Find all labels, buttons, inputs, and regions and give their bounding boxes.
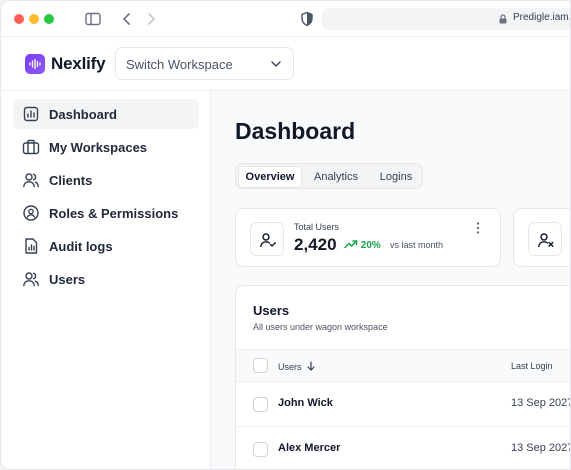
sidebar-item-label: Users: [49, 272, 86, 287]
last-login-date: 13 Sep 2027: [511, 442, 571, 454]
sidebar-toggle-icon[interactable]: [84, 10, 102, 28]
user-name: Alex Mercer: [278, 442, 341, 454]
close-window-button[interactable]: [14, 14, 24, 24]
sidebar-item-dashboard[interactable]: Dashboard: [13, 99, 199, 129]
address-text: Predigle.iam.c: [513, 12, 571, 23]
sidebar-item-audit-logs[interactable]: Audit logs: [13, 231, 199, 261]
browser-toolbar: Predigle.iam.c: [1, 1, 571, 37]
table-row[interactable]: John Wick 13 Sep 2027: [236, 382, 571, 427]
workspace-select[interactable]: Switch Workspace: [115, 47, 294, 80]
tab-analytics[interactable]: Analytics: [304, 166, 368, 188]
user-remove-icon: [538, 233, 554, 248]
bar-chart-icon: [23, 106, 39, 122]
minimize-window-button[interactable]: [29, 14, 39, 24]
sidebar-item-label: My Workspaces: [49, 140, 148, 155]
last-login-date: 13 Sep 2027: [511, 397, 571, 409]
address-bar[interactable]: Predigle.iam.c: [322, 8, 571, 30]
app-header: Nexlify Switch Workspace: [1, 37, 570, 91]
stat-value: 2,420: [294, 235, 337, 254]
table-row[interactable]: Alex Mercer 13 Sep 2027: [236, 427, 571, 469]
sidebar: Dashboard My Workspaces Clients Roles & …: [1, 91, 211, 469]
trend-up-icon: [344, 240, 358, 249]
workspace-select-value: Switch Workspace: [126, 57, 233, 72]
document-chart-icon: [25, 238, 38, 254]
users-card-title: Users: [253, 303, 290, 318]
second-stat-card: [513, 208, 570, 267]
users-card-subtitle: All users under wagon workspace: [253, 322, 388, 332]
browser-window: Predigle.iam.c Nexlify Switch Workspace: [0, 0, 571, 470]
chevron-down-icon: [271, 61, 281, 67]
stat-icon-box: [528, 222, 562, 256]
stat-label: Total Users: [294, 222, 340, 232]
back-arrow-icon[interactable]: [118, 10, 136, 28]
user-check-icon: [260, 233, 276, 248]
sidebar-item-users[interactable]: Users: [13, 264, 199, 294]
app-name: Nexlify: [51, 54, 106, 73]
tab-overview[interactable]: Overview: [238, 166, 302, 188]
page-title: Dashboard: [235, 118, 356, 144]
lock-icon: [499, 14, 507, 24]
total-users-card: Total Users 2,420 20% vs last month: [235, 208, 501, 267]
table-header: Users Last Login: [236, 349, 570, 382]
column-header-last-login[interactable]: Last Login: [511, 361, 553, 371]
users-icon: [23, 173, 39, 188]
stat-icon-box: [250, 222, 284, 256]
sidebar-item-clients[interactable]: Clients: [13, 165, 199, 195]
stat-compare: vs last month: [390, 240, 444, 250]
more-options-icon[interactable]: [474, 221, 482, 235]
sidebar-item-label: Roles & Permissions: [49, 206, 179, 221]
sidebar-item-label: Clients: [49, 173, 93, 188]
logo-icon: [25, 54, 45, 74]
tab-logins[interactable]: Logins: [370, 166, 422, 188]
users-table-card: Users All users under wagon workspace Us…: [235, 285, 571, 469]
tab-bar: Overview Analytics Logins: [235, 163, 423, 189]
main-content: Dashboard Overview Analytics Logins Tota…: [211, 91, 571, 469]
roles-icon: [23, 205, 39, 221]
user-group-icon: [23, 272, 39, 287]
column-header-label: Users: [278, 362, 302, 372]
sidebar-item-my-workspaces[interactable]: My Workspaces: [13, 132, 199, 162]
stat-trend: 20%: [344, 239, 381, 251]
column-header-users[interactable]: Users: [278, 361, 316, 372]
shield-icon[interactable]: [298, 10, 316, 28]
row-checkbox[interactable]: [253, 442, 268, 457]
select-all-checkbox[interactable]: [253, 358, 268, 373]
sidebar-item-label: Dashboard: [49, 107, 117, 122]
forward-arrow-icon[interactable]: [142, 10, 160, 28]
sort-arrow-down-icon: [306, 361, 315, 371]
user-name: John Wick: [278, 397, 333, 409]
sidebar-item-roles-permissions[interactable]: Roles & Permissions: [13, 198, 199, 228]
briefcase-icon: [22, 139, 40, 155]
stat-trend-value: 20%: [360, 240, 381, 251]
maximize-window-button[interactable]: [44, 14, 54, 24]
row-checkbox[interactable]: [253, 397, 268, 412]
sidebar-item-label: Audit logs: [49, 239, 113, 254]
